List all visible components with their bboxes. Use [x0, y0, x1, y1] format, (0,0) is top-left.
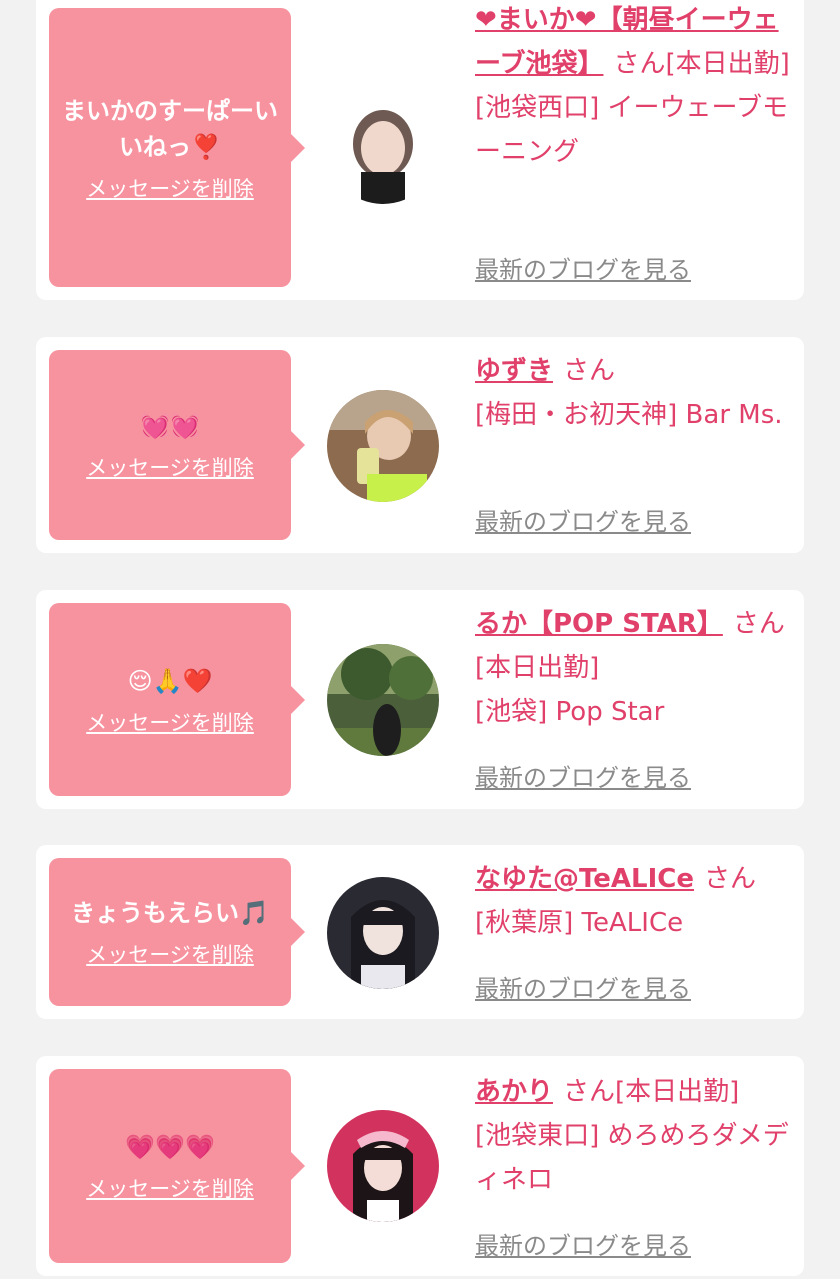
work-status: [本日出勤]: [615, 1077, 740, 1107]
latest-blog-link[interactable]: 最新のブログを見る: [475, 502, 691, 537]
avatar[interactable]: [327, 92, 439, 204]
message-bubble: 💗💗💗 メッセージを削除: [49, 1069, 305, 1263]
avatar[interactable]: [327, 877, 439, 989]
message-text: まいかのすーぱーいいねっ❣️: [62, 96, 278, 161]
message-text: きょうもえらい🎵: [71, 899, 269, 927]
cast-info: るか【POP STAR】 さん [本日出勤] [池袋] Pop Star: [475, 602, 793, 734]
delete-message-link[interactable]: メッセージを削除: [86, 709, 254, 737]
cast-info: あかり さん[本日出勤] [池袋東口] めろめろダメディネロ: [475, 1070, 793, 1202]
san-suffix: さん: [563, 356, 616, 386]
shop-location: [池袋西口] イーウェーブモーニング: [475, 93, 788, 167]
cast-info: ゆずき さん [梅田・お初天神] Bar Ms.: [475, 349, 793, 437]
cast-name-link[interactable]: るか【POP STAR】: [475, 609, 723, 639]
work-status: [本日出勤]: [475, 653, 600, 683]
message-text: 😌🙏❤️: [127, 666, 213, 695]
san-suffix: さん: [704, 864, 757, 894]
delete-message-link[interactable]: メッセージを削除: [86, 941, 254, 969]
shop-location: [秋葉原] TeALICe: [475, 908, 684, 938]
message-bubble: きょうもえらい🎵 メッセージを削除: [49, 858, 305, 1006]
san-suffix: さん: [732, 609, 785, 639]
cast-name-link[interactable]: あかり: [475, 1077, 553, 1107]
latest-blog-link[interactable]: 最新のブログを見る: [475, 1226, 691, 1261]
delete-message-link[interactable]: メッセージを削除: [86, 1175, 254, 1203]
message-card: 💗💗💗 メッセージを削除 あかり さん[本日出勤] [池袋東口] めろめろダメディ…: [36, 1056, 804, 1276]
avatar[interactable]: [327, 1110, 439, 1222]
avatar[interactable]: [327, 644, 439, 756]
latest-blog-link[interactable]: 最新のブログを見る: [475, 758, 691, 793]
message-card: 💓💓 メッセージを削除 ゆずき さん [梅田・お初天神] Bar Ms. 最新のブ…: [36, 337, 804, 553]
cast-name-link[interactable]: なゆた@TeALICe: [475, 864, 694, 894]
avatar[interactable]: [327, 390, 439, 502]
latest-blog-link[interactable]: 最新のブログを見る: [475, 969, 691, 1004]
message-card: きょうもえらい🎵 メッセージを削除 なゆた@TeALICe さん [秋葉原] Te…: [36, 845, 804, 1019]
cast-info: なゆた@TeALICe さん [秋葉原] TeALICe: [475, 857, 793, 945]
delete-message-link[interactable]: メッセージを削除: [86, 454, 254, 482]
san-suffix: さん: [563, 1077, 616, 1107]
message-card: 😌🙏❤️ メッセージを削除 るか【POP STAR】 さん [本日出勤] [池袋] …: [36, 590, 804, 809]
cast-name-link[interactable]: ゆずき: [475, 356, 553, 386]
message-text: 💗💗💗: [125, 1133, 215, 1161]
message-text: 💓💓: [140, 412, 200, 440]
message-bubble: 😌🙏❤️ メッセージを削除: [49, 603, 305, 796]
message-bubble: まいかのすーぱーいいねっ❣️ メッセージを削除: [49, 8, 305, 287]
message-card: まいかのすーぱーいいねっ❣️ メッセージを削除 ❤︎まいか❤︎【朝昼イーウェーブ…: [36, 0, 804, 300]
work-status: [本日出勤]: [665, 49, 790, 79]
cast-info: ❤︎まいか❤︎【朝昼イーウェーブ池袋】 さん[本日出勤] [池袋西口] イーウェー…: [475, 0, 793, 174]
san-suffix: さん: [613, 49, 666, 79]
message-bubble: 💓💓 メッセージを削除: [49, 350, 305, 540]
shop-location: [池袋東口] めろめろダメディネロ: [475, 1121, 789, 1195]
latest-blog-link[interactable]: 最新のブログを見る: [475, 250, 691, 285]
shop-location: [梅田・お初天神] Bar Ms.: [475, 400, 783, 430]
shop-location: [池袋] Pop Star: [475, 697, 665, 727]
delete-message-link[interactable]: メッセージを削除: [86, 175, 254, 203]
